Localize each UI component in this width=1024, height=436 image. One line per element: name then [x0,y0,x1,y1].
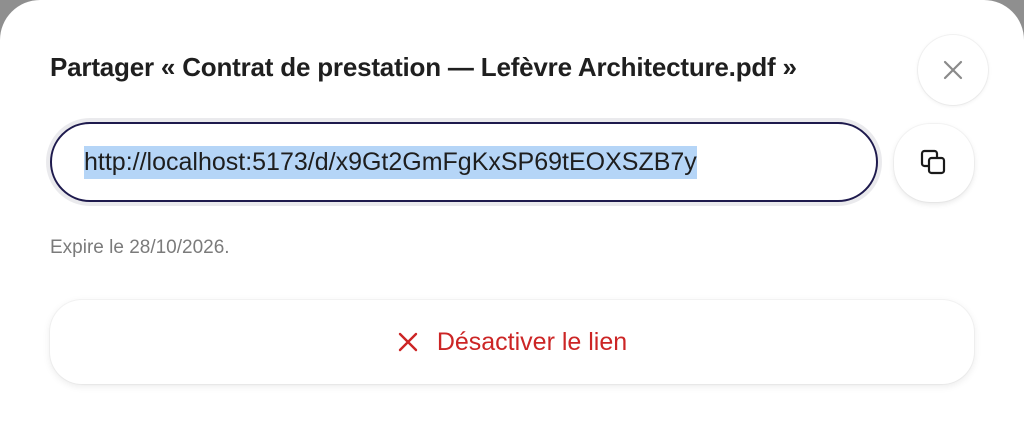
dialog-title: Partager « Contrat de prestation — Lefèv… [50,52,920,83]
deactivate-link-label: Désactiver le lien [436,327,628,356]
close-button[interactable] [918,35,988,105]
x-icon [397,331,419,353]
share-dialog: Partager « Contrat de prestation — Lefèv… [0,0,1024,436]
title-fade [880,52,920,83]
copy-icon [919,148,949,178]
dialog-title-text: Partager « Contrat de prestation — Lefèv… [50,52,797,82]
copy-link-button[interactable] [894,124,974,202]
share-link-field[interactable]: http://localhost:5173/d/x9Gt2GmFgKxSP69t… [50,122,878,202]
share-link-value[interactable]: http://localhost:5173/d/x9Gt2GmFgKxSP69t… [84,145,697,179]
deactivate-link-button[interactable]: Désactiver le lien [50,300,974,384]
close-icon [942,59,964,81]
expiry-text: Expire le 28/10/2026. [50,237,230,258]
